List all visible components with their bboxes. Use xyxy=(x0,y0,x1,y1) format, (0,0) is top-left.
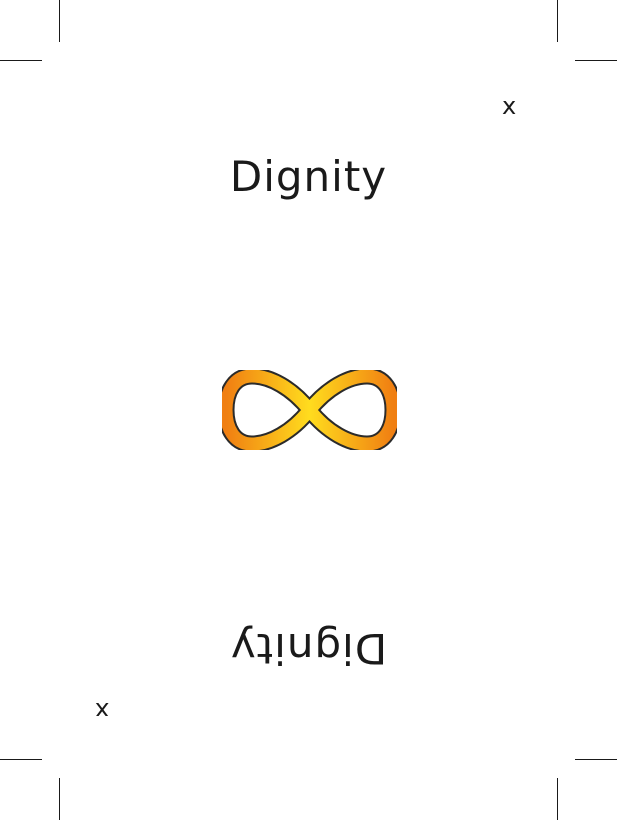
crop-mark-bottom-right-horizontal xyxy=(575,759,617,760)
infinity-icon xyxy=(222,370,397,450)
crop-mark-top-right-vertical xyxy=(557,0,558,42)
crop-mark-bottom-left-vertical xyxy=(59,778,60,820)
crop-mark-bottom-left-horizontal xyxy=(0,759,42,760)
crop-mark-bottom-right-vertical xyxy=(557,778,558,820)
crop-mark-top-left-vertical xyxy=(59,0,60,42)
crop-mark-top-left-horizontal xyxy=(0,60,42,61)
corner-mark-bottom: x xyxy=(95,697,110,725)
card-title-top: Dignity xyxy=(229,152,388,201)
crop-mark-top-right-horizontal xyxy=(575,60,617,61)
card-title-bottom: Dignity xyxy=(229,624,388,673)
corner-mark-top: x xyxy=(502,92,517,120)
